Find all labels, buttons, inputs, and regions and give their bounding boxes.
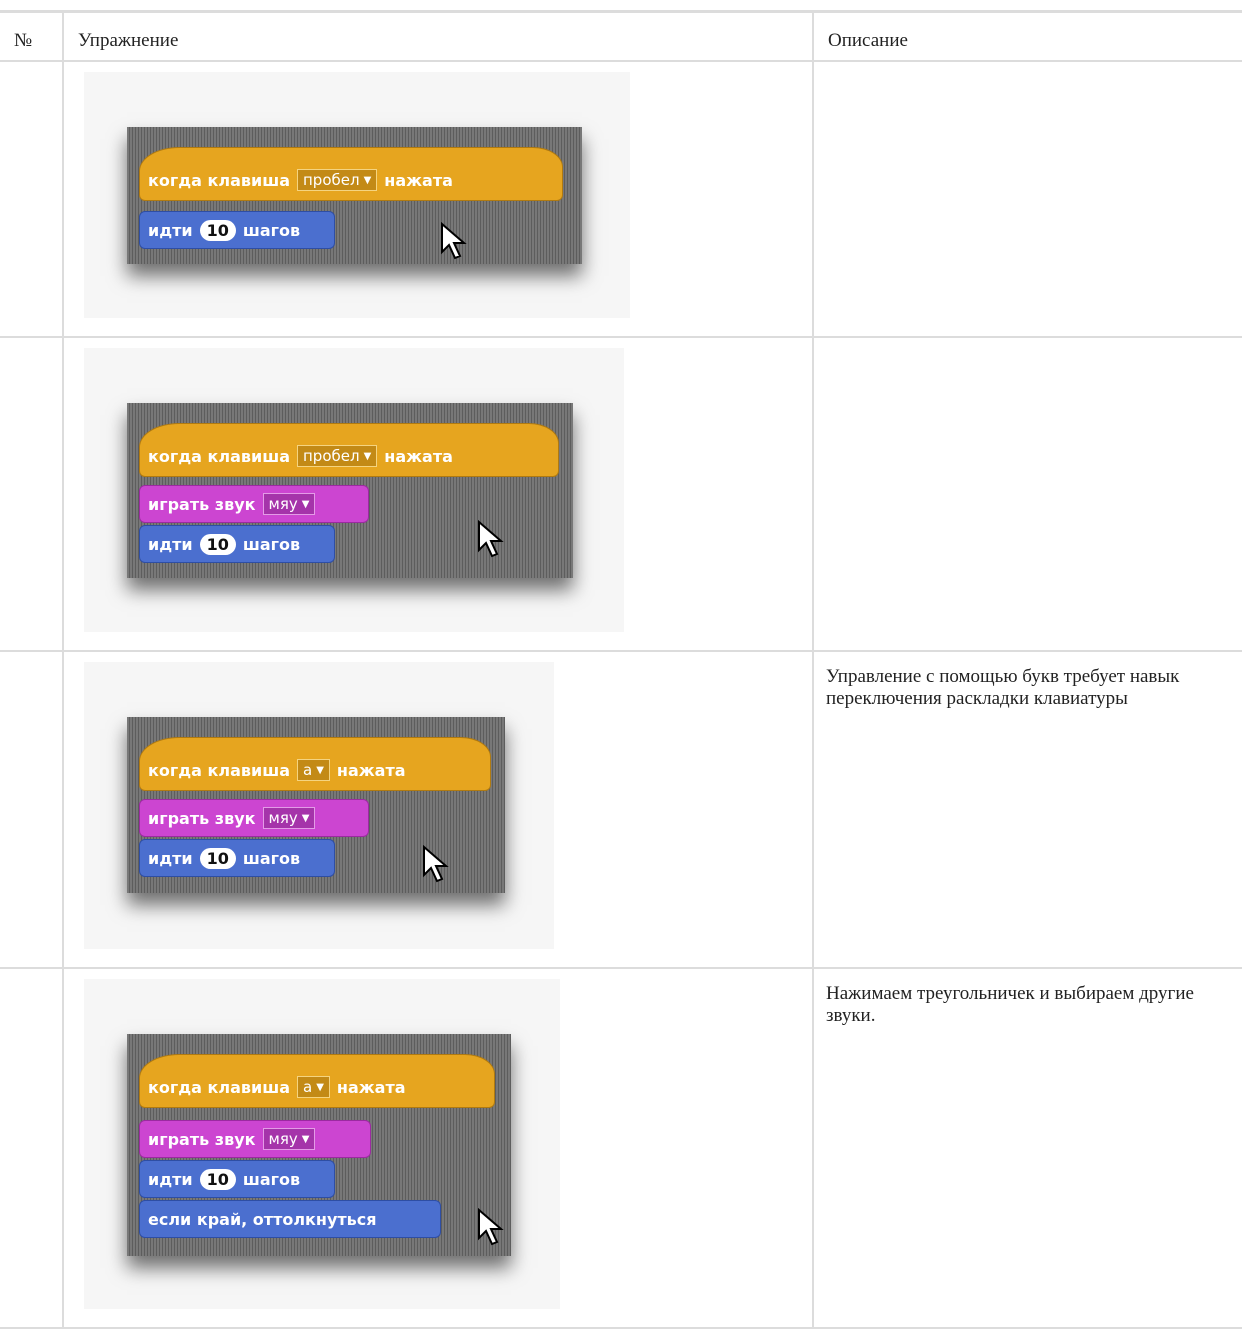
block-label: шагов <box>242 1169 301 1189</box>
mouse-pointer-icon <box>441 222 467 260</box>
key-dropdown[interactable]: пробел ▼ <box>297 445 378 467</box>
exercise-cell: когда клавиша а ▼ нажата играть звук мяу ▼… <box>62 650 814 969</box>
script-screenshot: когда клавиша а ▼ нажата играть звук мяу ▼… <box>84 979 560 1309</box>
script-area: когда клавиша а ▼ нажата играть звук мяу ▼… <box>127 717 505 893</box>
block-label: играть звук <box>148 808 256 828</box>
move-steps-block: идти 10 шагов <box>139 839 335 877</box>
dropdown-arrow-icon: ▼ <box>316 1081 324 1093</box>
desc-cell: Нажимаем треугольничек и выбираем другие… <box>812 967 1242 1329</box>
when-key-pressed-block: когда клавиша пробел ▼ нажата <box>139 423 559 477</box>
mouse-pointer-icon <box>478 1208 504 1246</box>
steps-input[interactable]: 10 <box>199 219 236 241</box>
block-label: играть звук <box>148 494 256 514</box>
sound-dropdown[interactable]: мяу ▼ <box>262 493 316 515</box>
when-key-pressed-block: когда клавиша а ▼ нажата <box>139 737 491 791</box>
block-label: шагов <box>242 848 301 868</box>
move-steps-block: идти 10 шагов <box>139 1160 335 1198</box>
description-text: Управление с помощью букв требует навык … <box>826 666 1180 709</box>
exercise-cell: когда клавиша пробел ▼ нажата идти 10 шаг… <box>62 60 814 338</box>
sound-dropdown[interactable]: мяу ▼ <box>262 807 316 829</box>
script-screenshot: когда клавиша а ▼ нажата играть звук мяу ▼… <box>84 662 554 949</box>
table-row: когда клавиша пробел ▼ нажата играть звук… <box>0 336 1242 652</box>
block-label: идти <box>148 534 193 554</box>
dropdown-arrow-icon: ▼ <box>301 1133 310 1145</box>
play-sound-block: играть звук мяу ▼ <box>139 485 369 523</box>
num-cell <box>0 336 64 652</box>
desc-cell <box>812 60 1242 338</box>
description-text <box>814 62 1242 76</box>
header-cell-desc: Описание <box>812 10 1242 62</box>
key-value: а <box>303 1078 313 1096</box>
desc-cell <box>812 336 1242 652</box>
block-label: играть звук <box>148 1129 256 1149</box>
steps-input[interactable]: 10 <box>199 847 236 869</box>
block-label: когда клавиша <box>148 170 290 190</box>
when-key-pressed-block: когда клавиша а ▼ нажата <box>139 1054 495 1108</box>
block-label: нажата <box>384 170 453 190</box>
dropdown-arrow-icon: ▼ <box>363 450 372 462</box>
dropdown-arrow-icon: ▼ <box>301 812 310 824</box>
block-label: когда клавиша <box>148 760 290 780</box>
header-cell-num: № <box>0 10 64 62</box>
block-label: если край, оттолкнуться <box>148 1209 377 1229</box>
mouse-pointer-icon <box>478 520 504 558</box>
sound-value: мяу <box>268 1130 298 1148</box>
table-row: когда клавиша а ▼ нажата играть звук мяу ▼… <box>0 967 1242 1329</box>
dropdown-arrow-icon: ▼ <box>363 174 372 186</box>
block-label: нажата <box>384 446 453 466</box>
key-value: а <box>303 761 313 779</box>
play-sound-block: играть звук мяу ▼ <box>139 1120 371 1158</box>
key-dropdown[interactable]: а ▼ <box>297 1076 330 1098</box>
exercise-table: № Упражнение Описание когда клавиша проб… <box>0 10 1242 1329</box>
script-screenshot: когда клавиша пробел ▼ нажата идти 10 шаг… <box>84 72 630 318</box>
move-steps-block: идти 10 шагов <box>139 211 335 249</box>
description-text: Нажимаем треугольничек и выбираем другие… <box>826 983 1194 1026</box>
block-label: идти <box>148 1169 193 1189</box>
table-row: когда клавиша пробел ▼ нажата идти 10 шаг… <box>0 60 1242 338</box>
mouse-pointer-icon <box>423 845 449 883</box>
steps-input[interactable]: 10 <box>199 533 236 555</box>
num-cell <box>0 650 64 969</box>
play-sound-block: играть звук мяу ▼ <box>139 799 369 837</box>
header-desc: Описание <box>828 30 908 51</box>
block-label: когда клавиша <box>148 1077 290 1097</box>
sound-dropdown[interactable]: мяу ▼ <box>262 1128 316 1150</box>
table-row: когда клавиша а ▼ нажата играть звук мяу ▼… <box>0 650 1242 969</box>
script-area: когда клавиша пробел ▼ нажата играть звук… <box>127 403 573 578</box>
exercise-cell: когда клавиша а ▼ нажата играть звук мяу ▼… <box>62 967 814 1329</box>
block-label: когда клавиша <box>148 446 290 466</box>
steps-input[interactable]: 10 <box>199 1168 236 1190</box>
move-steps-block: идти 10 шагов <box>139 525 335 563</box>
exercise-cell: когда клавиша пробел ▼ нажата играть звук… <box>62 336 814 652</box>
block-label: идти <box>148 220 193 240</box>
key-dropdown[interactable]: пробел ▼ <box>297 169 378 191</box>
dropdown-arrow-icon: ▼ <box>301 498 310 510</box>
header-num: № <box>14 30 33 51</box>
key-value: пробел <box>303 447 360 465</box>
block-label: шагов <box>242 220 301 240</box>
key-value: пробел <box>303 171 360 189</box>
block-label: нажата <box>336 1077 406 1097</box>
num-cell <box>0 60 64 338</box>
header-exercise: Упражнение <box>78 30 179 51</box>
when-key-pressed-block: когда клавиша пробел ▼ нажата <box>139 147 563 201</box>
description-text <box>814 338 1242 352</box>
desc-cell: Управление с помощью букв требует навык … <box>812 650 1242 969</box>
num-cell <box>0 967 64 1329</box>
dropdown-arrow-icon: ▼ <box>316 764 324 776</box>
script-area: когда клавиша а ▼ нажата играть звук мяу ▼… <box>127 1034 511 1256</box>
script-screenshot: когда клавиша пробел ▼ нажата играть звук… <box>84 348 624 632</box>
sound-value: мяу <box>268 809 298 827</box>
key-dropdown[interactable]: а ▼ <box>297 759 330 781</box>
block-label: шагов <box>242 534 301 554</box>
header-cell-exercise: Упражнение <box>62 10 814 62</box>
script-area: когда клавиша пробел ▼ нажата идти 10 шаг… <box>127 127 582 264</box>
bounce-on-edge-block: если край, оттолкнуться <box>139 1200 441 1238</box>
block-label: идти <box>148 848 193 868</box>
header-row: № Упражнение Описание <box>0 10 1242 62</box>
sound-value: мяу <box>268 495 298 513</box>
block-label: нажата <box>336 760 406 780</box>
